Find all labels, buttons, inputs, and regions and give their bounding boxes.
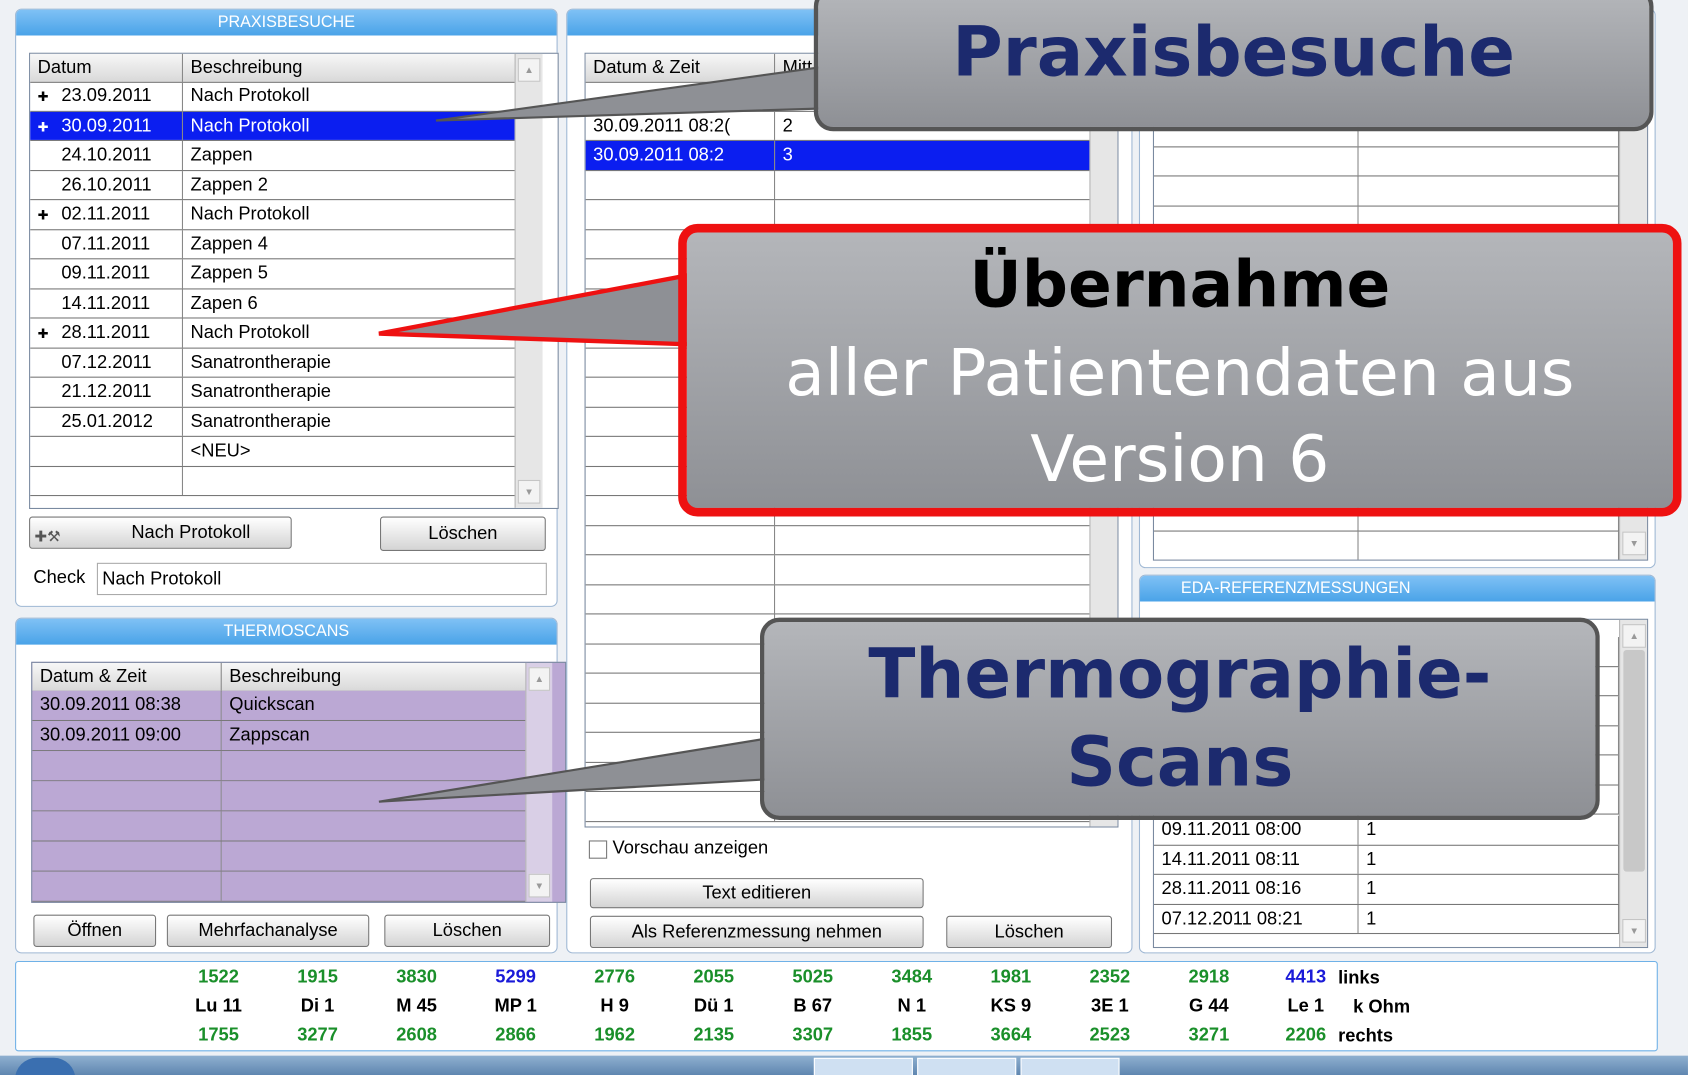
callout-pointers: [378, 63, 852, 803]
uebernahme-title: Übernahme: [969, 247, 1391, 323]
uebernahme-line1: aller Patientendaten aus: [785, 335, 1575, 412]
praxis-pointer: [435, 63, 852, 122]
uebernahme-pointer: [378, 272, 694, 347]
thermo-line1: Thermographie-: [868, 634, 1492, 715]
uebernahme-line2: Version 6: [1030, 421, 1330, 498]
praxisbesuche-callout-text: Praxisbesuche: [952, 12, 1516, 93]
screen: PRAXISBESUCHE Datum Beschreibung ✚ 23.09.…: [0, 0, 1688, 1075]
thermographie-callout: Thermographie- Scans: [760, 617, 1600, 820]
thermo-line2: Scans: [1066, 723, 1294, 803]
praxisbesuche-callout: Praxisbesuche: [813, 0, 1654, 132]
thermo-pointer: [378, 736, 772, 803]
uebernahme-callout: Übernahme aller Patientendaten aus Versi…: [678, 223, 1682, 517]
